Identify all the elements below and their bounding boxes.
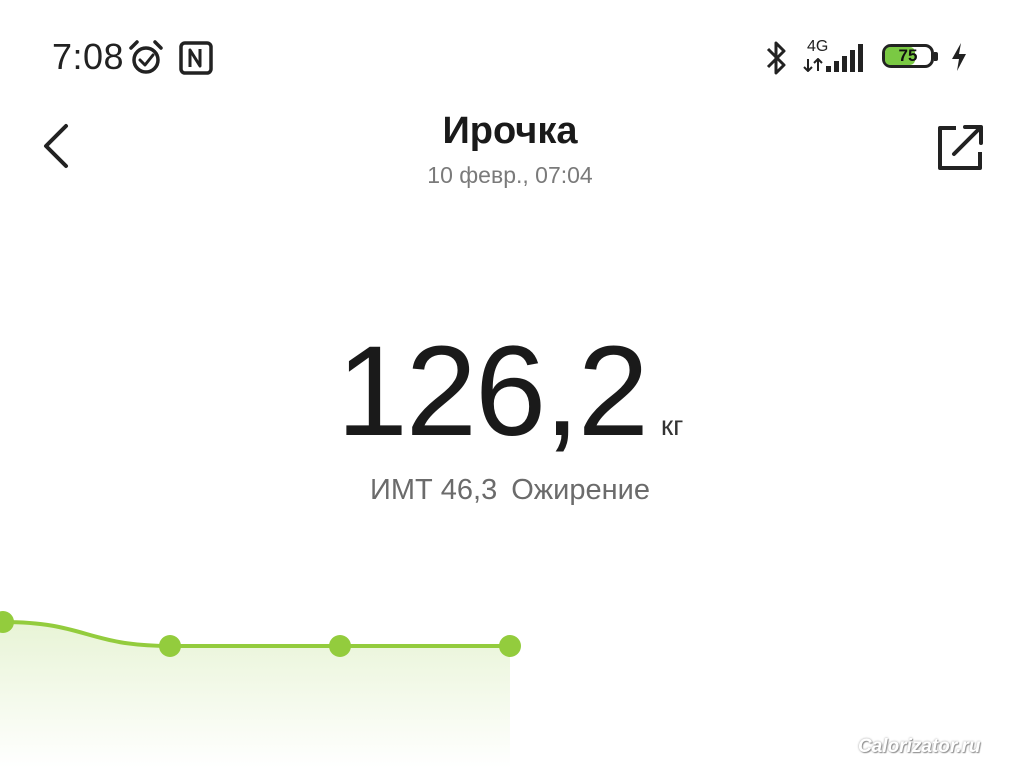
battery-level: 75 xyxy=(898,46,918,65)
share-icon xyxy=(938,125,983,170)
status-time: 7:08 xyxy=(52,36,125,77)
chart-point-3[interactable] xyxy=(329,635,351,657)
signal-icon xyxy=(826,44,863,72)
data-arrows-icon xyxy=(803,58,823,72)
page-title: Ирочка xyxy=(442,110,578,152)
alarm-icon xyxy=(129,40,163,74)
battery-icon: 75 xyxy=(882,44,938,70)
watermark: Calorizator.ru xyxy=(858,736,981,757)
weight-unit: кг xyxy=(660,410,684,441)
charging-icon xyxy=(952,43,966,71)
weight-value: 126,2 xyxy=(336,320,649,463)
chart-area-fill xyxy=(0,622,510,768)
weight-display: 126,2 кг xyxy=(0,318,1020,465)
nfc-icon xyxy=(179,41,213,75)
bmi-status: Ожирение xyxy=(511,474,650,506)
chart-point-2[interactable] xyxy=(159,635,181,657)
share-button[interactable] xyxy=(932,120,988,174)
measurement-datetime: 10 февр., 07:04 xyxy=(427,162,593,188)
bluetooth-icon xyxy=(766,41,786,75)
bmi-value: ИМТ 46,3 xyxy=(370,474,498,506)
bmi-info: ИМТ 46,3 Ожирение xyxy=(0,474,1020,507)
chart-point-4[interactable] xyxy=(499,635,521,657)
status-bar: 7:08 4G 75 xyxy=(0,0,1020,110)
